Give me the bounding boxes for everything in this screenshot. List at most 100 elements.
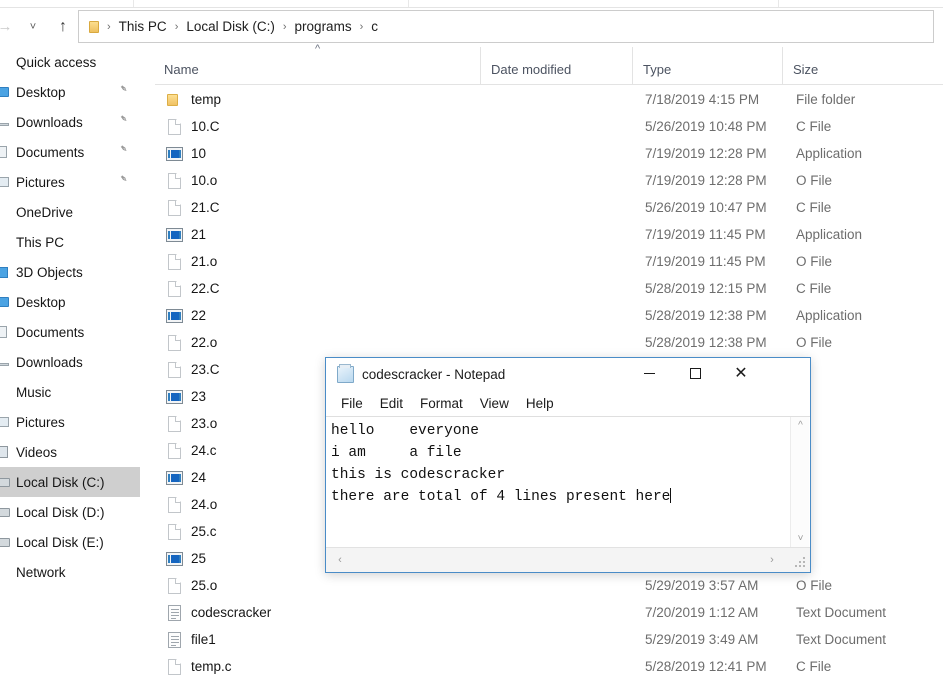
address-input[interactable]: › This PC › Local Disk (C:) › programs ›… <box>78 10 934 43</box>
up-button[interactable]: ↑ <box>52 16 74 38</box>
sidebar-item-documents[interactable]: Documents ✒ <box>0 137 140 167</box>
file-name-cell[interactable]: 10.o <box>164 167 217 194</box>
file-name-cell[interactable]: codescracker <box>164 599 271 626</box>
sidebar-item-desktop[interactable]: Desktop <box>0 287 140 317</box>
sidebar-item-local-disk-c-[interactable]: Local Disk (C:) <box>0 467 140 497</box>
sidebar-item-downloads[interactable]: Downloads ✒ <box>0 107 140 137</box>
file-row[interactable]: 22 5/28/2019 12:38 PM Application29 KB <box>155 302 943 329</box>
file-row[interactable]: 22.o 5/28/2019 12:38 PM O File 1 KB <box>155 329 943 356</box>
file-name-cell[interactable]: 23.o <box>164 410 217 437</box>
file-name-cell[interactable]: 22.o <box>164 329 217 356</box>
sidebar-root-quick-access[interactable]: Quick access <box>0 47 140 77</box>
file-name-cell[interactable]: 10 <box>164 140 206 167</box>
file-row[interactable]: 21.o 7/19/2019 11:45 PM O File 2 KB <box>155 248 943 275</box>
file-row[interactable]: temp.c 5/28/2019 12:41 PM C File 1 KB <box>155 653 943 680</box>
chevron-down-icon[interactable]: ˅ <box>791 530 810 547</box>
column-header-date-modified[interactable]: Date modified <box>480 47 632 84</box>
notepad-menu-view[interactable]: View <box>473 394 516 413</box>
ribbon-divider <box>408 0 409 7</box>
notepad-menu-help[interactable]: Help <box>519 394 561 413</box>
file-name-cell[interactable]: 22 <box>164 302 206 329</box>
pin-icon[interactable]: ✒ <box>116 83 133 100</box>
sidebar-root-network[interactable]: Network <box>0 557 140 587</box>
sidebar-item-documents[interactable]: Documents <box>0 317 140 347</box>
chevron-left-icon[interactable]: ‹ <box>330 548 350 572</box>
file-name-cell[interactable]: 24 <box>164 464 206 491</box>
file-name-cell[interactable]: 21.o <box>164 248 217 275</box>
sidebar-item-videos[interactable]: Videos <box>0 437 140 467</box>
notepad-horizontal-scrollbar[interactable]: ‹ › <box>326 547 810 572</box>
notepad-menu-format[interactable]: Format <box>413 394 470 413</box>
application-icon <box>166 308 183 323</box>
maximize-button[interactable] <box>672 358 718 390</box>
sidebar-root-onedrive[interactable]: OneDrive <box>0 197 140 227</box>
file-name-cell[interactable]: 22.C <box>164 275 220 302</box>
pin-icon[interactable]: ✒ <box>116 143 133 160</box>
videos-icon <box>0 444 12 460</box>
file-name-cell[interactable]: temp.c <box>164 653 232 680</box>
sidebar-item-pictures[interactable]: Pictures <box>0 407 140 437</box>
sidebar-root-label: This PC <box>16 234 65 250</box>
notepad-menu-file[interactable]: File <box>334 394 370 413</box>
sidebar-item-downloads[interactable]: Downloads <box>0 347 140 377</box>
column-header-type[interactable]: Type <box>632 47 782 84</box>
sidebar-item-music[interactable]: Music <box>0 377 140 407</box>
sidebar-item-3d-objects[interactable]: 3D Objects <box>0 257 140 287</box>
file-row[interactable]: codescracker 7/20/2019 1:12 AM Text Docume… <box>155 599 943 626</box>
grip-dot <box>803 557 805 559</box>
file-row[interactable]: 25.o 5/29/2019 3:57 AM O File 2 KB <box>155 572 943 599</box>
breadcrumb-item-local-disk-c[interactable]: Local Disk (C:) <box>183 17 278 36</box>
notepad-text-area[interactable]: hello everyone i am a file this is codescr… <box>326 417 789 547</box>
file-name-cell[interactable]: 24.o <box>164 491 217 518</box>
file-row[interactable]: file15/29/2019 3:49 AMText Document1 KB <box>155 626 943 653</box>
file-row[interactable]: 10 7/19/2019 12:28 PM Application29 KB <box>155 140 943 167</box>
file-name-cell[interactable]: 21 <box>164 221 206 248</box>
sidebar-root-this-pc[interactable]: This PC <box>0 227 140 257</box>
breadcrumb-item-programs[interactable]: programs <box>292 17 355 36</box>
file-name-cell[interactable]: 21.C <box>164 194 220 221</box>
file-name-cell[interactable]: 24.c <box>164 437 217 464</box>
close-button[interactable]: ✕ <box>718 358 764 390</box>
application-icon <box>166 146 183 161</box>
breadcrumb-item-c[interactable]: c <box>368 17 381 36</box>
sidebar-item-local-disk-d-[interactable]: Local Disk (D:) <box>0 497 140 527</box>
notepad-vertical-scrollbar[interactable]: ^ ˅ <box>790 417 809 547</box>
forward-button[interactable]: → <box>0 16 16 38</box>
recent-locations-button[interactable]: ˅ <box>22 16 44 38</box>
minimize-button[interactable] <box>626 358 672 390</box>
file-row[interactable]: 21 7/19/2019 11:45 PM Application30 KB <box>155 221 943 248</box>
resize-grip-icon[interactable] <box>795 557 807 569</box>
file-row[interactable]: 22.C 5/28/2019 12:15 PM C File 1 KB <box>155 275 943 302</box>
3d-objects-icon <box>0 264 12 280</box>
pin-icon[interactable]: ✒ <box>116 113 133 130</box>
pin-icon[interactable]: ✒ <box>116 173 133 190</box>
file-name-cell[interactable]: 25 <box>164 545 206 572</box>
file-name-cell[interactable]: 25.o <box>164 572 217 599</box>
column-header-size[interactable]: Size <box>782 47 882 84</box>
sidebar-item-pictures[interactable]: Pictures ✒ <box>0 167 140 197</box>
sidebar-item-local-disk-e-[interactable]: Local Disk (E:) <box>0 527 140 557</box>
breadcrumb-item-this-pc[interactable]: This PC <box>116 17 170 36</box>
file-name-cell[interactable]: temp <box>164 86 221 113</box>
file-name-cell[interactable]: 10.C <box>164 113 220 140</box>
file-row[interactable]: 10.C 5/26/2019 10:48 PM C File 1 KB <box>155 113 943 140</box>
breadcrumb-separator: › <box>359 20 364 33</box>
file-row[interactable]: temp 7/18/2019 4:15 PM File folder <box>155 86 943 113</box>
chevron-right-icon[interactable]: › <box>762 548 782 572</box>
file-row[interactable]: 10.o 7/19/2019 12:28 PM O File 2 KB <box>155 167 943 194</box>
navigation-pane[interactable]: Quick access Desktop ✒ Downloads ✒ Documents ✒… <box>0 47 140 688</box>
file-name-cell[interactable]: file1 <box>164 626 216 653</box>
notepad-window[interactable]: codescracker - Notepad ✕ File Edit Format V… <box>325 357 811 573</box>
address-bar: → ˅ ↑ › This PC › Local Disk (C:) › prog… <box>0 8 943 46</box>
file-row[interactable]: 21.C 5/26/2019 10:47 PM C File 1 KB <box>155 194 943 221</box>
chevron-up-icon[interactable]: ^ <box>791 417 810 434</box>
file-name-label: 25.o <box>191 578 218 593</box>
file-name-cell[interactable]: 23.C <box>164 356 220 383</box>
file-name-cell[interactable]: 23 <box>164 383 206 410</box>
application-icon <box>166 470 183 485</box>
file-type-cell: O File <box>796 578 833 593</box>
notepad-menu-edit[interactable]: Edit <box>373 394 410 413</box>
sidebar-item-desktop[interactable]: Desktop ✒ <box>0 77 140 107</box>
file-name-cell[interactable]: 25.c <box>164 518 217 545</box>
sidebar-item-label: Videos <box>16 444 58 460</box>
